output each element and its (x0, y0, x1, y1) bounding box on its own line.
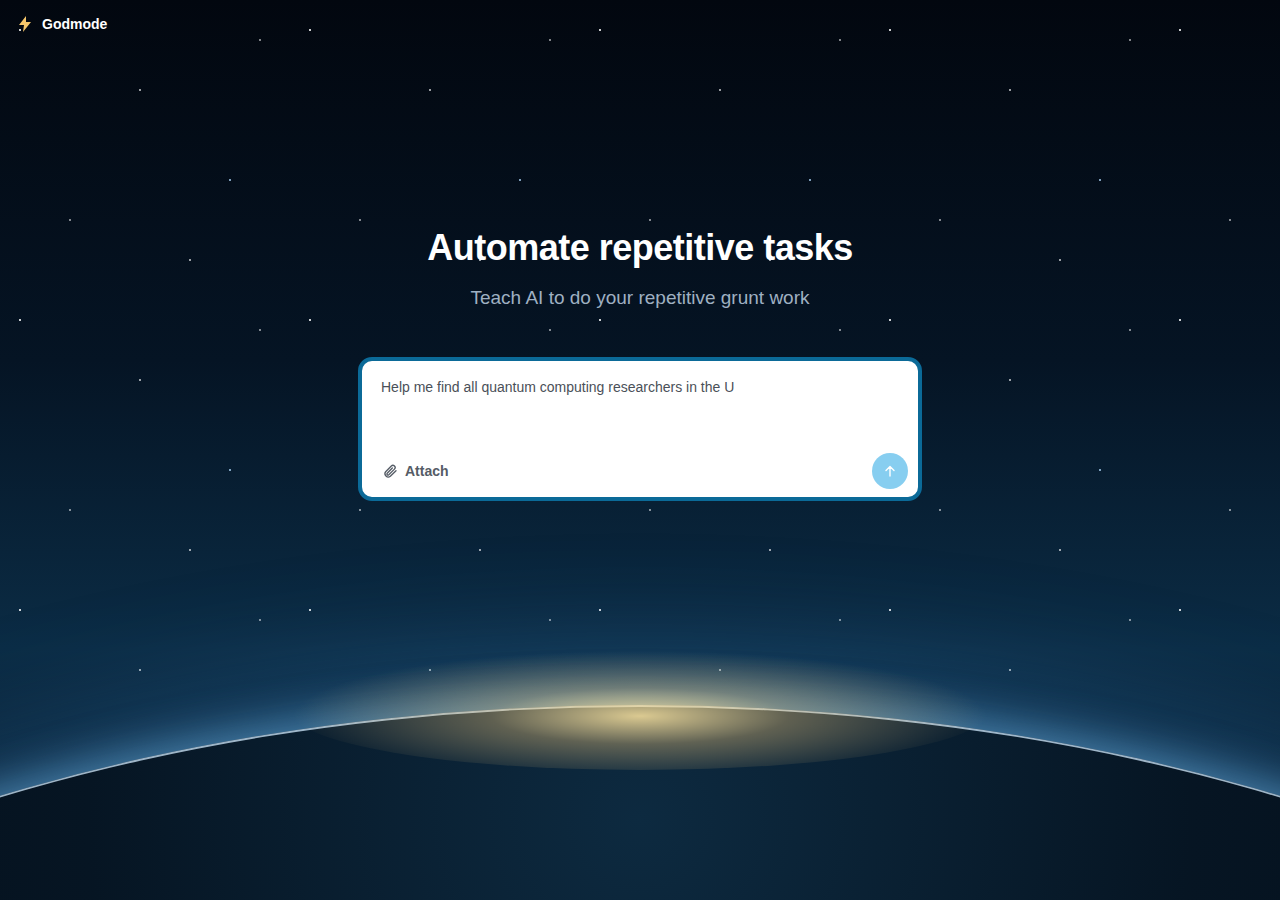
prompt-toolbar: Attach (362, 447, 918, 497)
logo[interactable]: Godmode (18, 16, 107, 32)
hero-title: Automate repetitive tasks (427, 226, 853, 270)
hero: Automate repetitive tasks Teach AI to do … (0, 48, 1280, 501)
attach-button[interactable]: Attach (380, 459, 451, 483)
arrow-up-icon (884, 465, 896, 477)
header: Godmode (0, 0, 1280, 48)
sun-glow (290, 650, 990, 770)
prompt-card: Attach (358, 357, 922, 501)
attach-label: Attach (405, 463, 449, 479)
prompt-input[interactable] (362, 361, 918, 447)
logo-text: Godmode (42, 16, 107, 32)
lightning-icon (18, 16, 32, 32)
page: Godmode Automate repetitive tasks Teach AI… (0, 0, 1280, 900)
hero-subtitle: Teach AI to do your repetitive grunt wor… (470, 285, 809, 311)
paperclip-icon (382, 463, 398, 479)
planet-horizon (0, 705, 1280, 900)
send-button[interactable] (872, 453, 908, 489)
